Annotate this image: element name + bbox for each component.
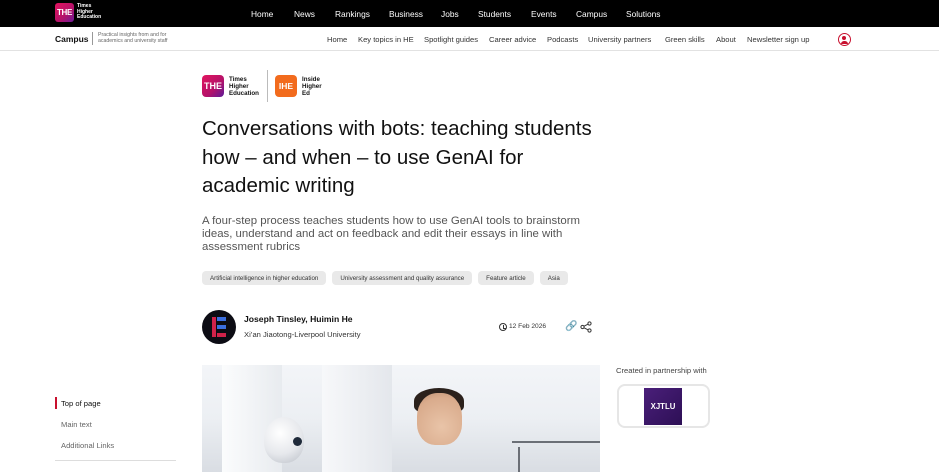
author-names[interactable]: Joseph Tinsley, Huimin He (244, 314, 353, 324)
article-headline: Conversations with bots: teaching studen… (202, 117, 592, 197)
clock-icon (499, 323, 507, 331)
campus-nav-bar: Campus Practical insights from and for a… (0, 27, 939, 51)
logo-line: Higher (229, 83, 249, 90)
the-logo-words: Times Higher Education (77, 3, 102, 21)
share-icon[interactable] (580, 321, 592, 333)
subnav-spotlight-guides[interactable]: Spotlight guides (424, 35, 478, 44)
toc-active-indicator (55, 397, 57, 409)
logo-divider (267, 70, 268, 102)
subnav-about[interactable]: About (716, 35, 736, 44)
toc-main-text[interactable]: Main text (61, 420, 92, 429)
topnav-business[interactable]: Business (389, 9, 423, 19)
campus-divider (92, 32, 93, 45)
partnership-label: Created in partnership with (616, 366, 707, 375)
topnav-jobs[interactable]: Jobs (441, 9, 459, 19)
tag-feature-article[interactable]: Feature article (478, 271, 534, 285)
campus-tagline: Practical insights from and for academic… (98, 32, 168, 44)
the-partner-logo-words: Times Higher Education (229, 76, 259, 97)
ihe-partner-logo: IHE (275, 75, 297, 97)
logo-line: Education (229, 90, 259, 97)
toc-top-of-page[interactable]: Top of page (61, 399, 101, 408)
the-logo-line: Education (77, 14, 102, 21)
logo-line: Ed (302, 90, 310, 97)
tag-assessment-quality[interactable]: University assessment and quality assura… (332, 271, 473, 285)
user-account-icon[interactable] (838, 33, 851, 46)
ihe-partner-logo-words: Inside Higher Ed (302, 76, 322, 97)
tag-asia[interactable]: Asia (539, 271, 568, 285)
logo-line: Inside (302, 76, 320, 83)
the-logo[interactable]: THE Times Higher Education (55, 3, 101, 22)
toc-additional-links[interactable]: Additional Links (61, 441, 114, 450)
article-standfirst: A four-step process teaches students how… (202, 215, 580, 253)
article-hero-image (202, 365, 600, 472)
article-tags: Artificial intelligence in higher educat… (202, 271, 568, 285)
subnav-university-partners[interactable]: University partners (588, 35, 651, 44)
topnav-campus[interactable]: Campus (576, 9, 607, 19)
topnav-news[interactable]: News (294, 9, 315, 19)
logo-line: Times (229, 76, 247, 83)
author-institution: Xi’an Jiaotong-Liverpool University (244, 330, 361, 339)
topnav-students[interactable]: Students (478, 9, 511, 19)
copy-link-icon[interactable]: 🔗 (565, 321, 577, 332)
topnav-solutions[interactable]: Solutions (626, 9, 660, 19)
topnav-rankings[interactable]: Rankings (335, 9, 370, 19)
publish-date: 12 Feb 2026 (509, 323, 547, 330)
subnav-key-topics[interactable]: Key topics in HE (358, 35, 414, 44)
tag-ai-in-higher-education[interactable]: Artificial intelligence in higher educat… (202, 271, 327, 285)
topnav-events[interactable]: Events (531, 9, 557, 19)
student-figure (417, 393, 462, 445)
institution-avatar (202, 310, 236, 344)
logo-line: Higher (302, 83, 322, 90)
topnav-home[interactable]: Home (251, 9, 273, 19)
subnav-home[interactable]: Home (327, 35, 347, 44)
toc-divider (55, 460, 176, 461)
subnav-green-skills[interactable]: Green skills (665, 35, 705, 44)
subnav-podcasts[interactable]: Podcasts (547, 35, 578, 44)
subnav-career-advice[interactable]: Career advice (489, 35, 536, 44)
the-logo-mark: THE (55, 3, 74, 22)
campus-title[interactable]: Campus (55, 34, 89, 44)
the-partner-logo: THE (202, 75, 224, 97)
xjtlu-logo[interactable]: XJTLU (644, 388, 682, 425)
subnav-newsletter[interactable]: Newsletter sign up (747, 35, 809, 44)
global-nav-bar: THE Times Higher Education (0, 0, 939, 27)
